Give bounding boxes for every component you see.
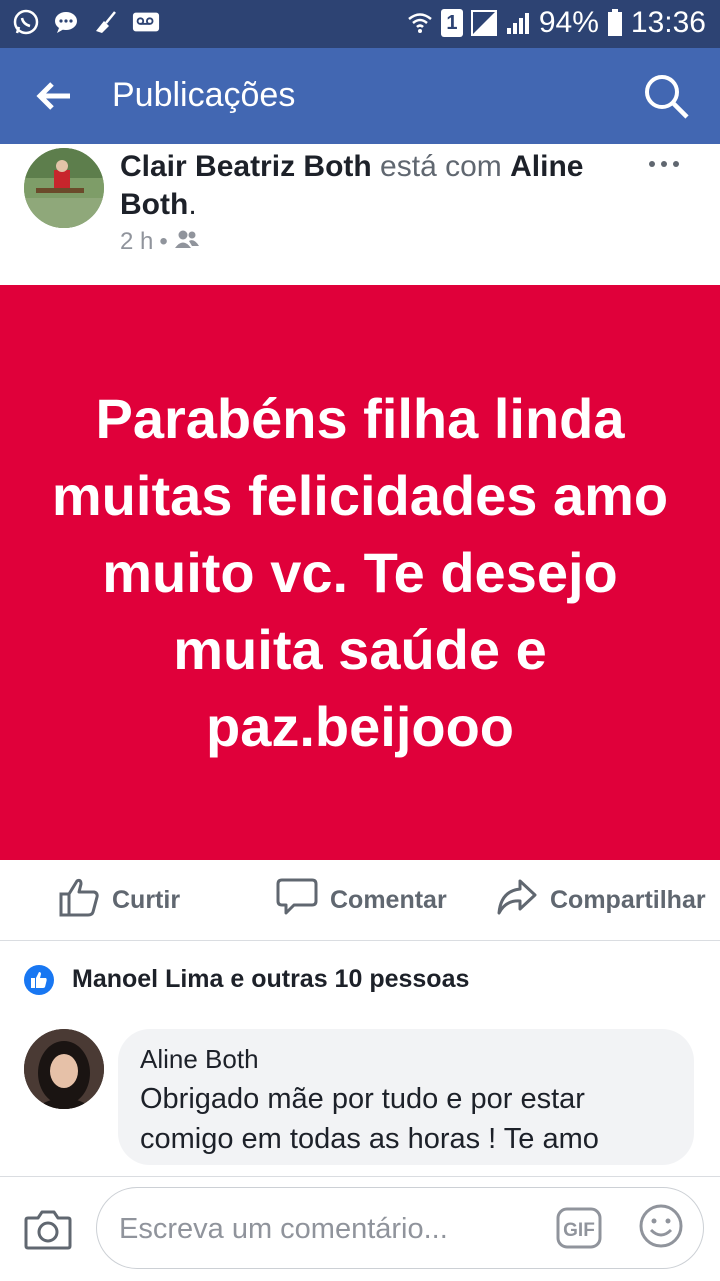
comment-button[interactable]: Comentar [276, 876, 447, 924]
emoji-icon [638, 1203, 684, 1254]
arrow-left-icon [36, 81, 72, 116]
comment-text: Obrigado mãe por tudo e por estar comigo… [140, 1083, 599, 1155]
comment-composer: GIF [0, 1176, 720, 1281]
reactions-summary[interactable]: Manoel Lima e outras 10 pessoas [0, 941, 720, 1021]
signal-icon [505, 10, 531, 36]
post-text: Parabéns filha linda muitas felicidades … [51, 387, 669, 758]
clock: 13:36 [630, 6, 706, 39]
like-icon [24, 965, 54, 995]
back-button[interactable] [30, 74, 78, 122]
comment-input-container: GIF [96, 1187, 704, 1270]
comment-label: Comentar [330, 885, 447, 914]
reactions-text: Manoel Lima e outras 10 pessoas [72, 965, 470, 993]
post-options-button[interactable] [644, 154, 684, 174]
speech-bubble-icon [276, 877, 318, 924]
battery-icon [607, 9, 623, 37]
emoji-button[interactable] [637, 1204, 685, 1252]
search-button[interactable] [638, 70, 694, 126]
voicemail-icon [132, 8, 160, 36]
share-button[interactable]: Compartilhar [496, 876, 706, 924]
battery-percent: 94% [538, 6, 599, 39]
with-text: está com [371, 150, 511, 183]
post-author-line: Clair Beatriz Both está com Aline Both. [120, 148, 640, 224]
like-label: Curtir [112, 885, 181, 914]
comment-bubble: Aline Both Obrigado mãe por tudo e por e… [118, 1029, 694, 1165]
post-action-bar: Curtir Comentar Compartilhar [0, 860, 720, 941]
whatsapp-icon [12, 8, 40, 36]
broom-icon [92, 8, 120, 36]
friends-icon [174, 228, 200, 256]
camera-icon [24, 1208, 72, 1255]
meta-separator: • [159, 228, 168, 255]
period: . [188, 188, 197, 221]
more-dot-icon [661, 161, 667, 167]
author-avatar[interactable] [24, 148, 104, 228]
more-dot-icon [649, 161, 655, 167]
comment-item: Aline Both Obrigado mãe por tudo e por e… [0, 1021, 720, 1176]
page-title: Publicações [112, 76, 296, 114]
more-dot-icon [673, 161, 679, 167]
search-icon [642, 72, 690, 125]
app-bar: Publicações [0, 48, 720, 144]
gif-label: GIF [563, 1220, 595, 1241]
post-header: Clair Beatriz Both está com Aline Both. … [0, 144, 720, 284]
gif-button[interactable]: GIF [555, 1206, 603, 1250]
thumbs-up-icon [58, 877, 100, 924]
post-time[interactable]: 2 h [120, 228, 153, 256]
post-meta: 2 h • [120, 228, 200, 256]
wifi-icon [407, 10, 433, 36]
network-icon [470, 10, 497, 36]
commenter-avatar[interactable] [24, 1029, 104, 1109]
share-arrow-icon [496, 877, 538, 924]
camera-button[interactable] [22, 1205, 74, 1257]
sim-icon: 1 [440, 9, 463, 37]
post-author-name[interactable]: Clair Beatriz Both [120, 150, 372, 183]
comment-input[interactable] [117, 1188, 541, 1270]
share-label: Compartilhar [550, 885, 706, 914]
commenter-name[interactable]: Aline Both [140, 1043, 672, 1075]
post-body: Parabéns filha linda muitas felicidades … [0, 285, 720, 860]
status-bar: 1 94% 13:36 [0, 0, 720, 48]
chat-icon [52, 8, 80, 36]
like-button[interactable]: Curtir [58, 876, 180, 924]
